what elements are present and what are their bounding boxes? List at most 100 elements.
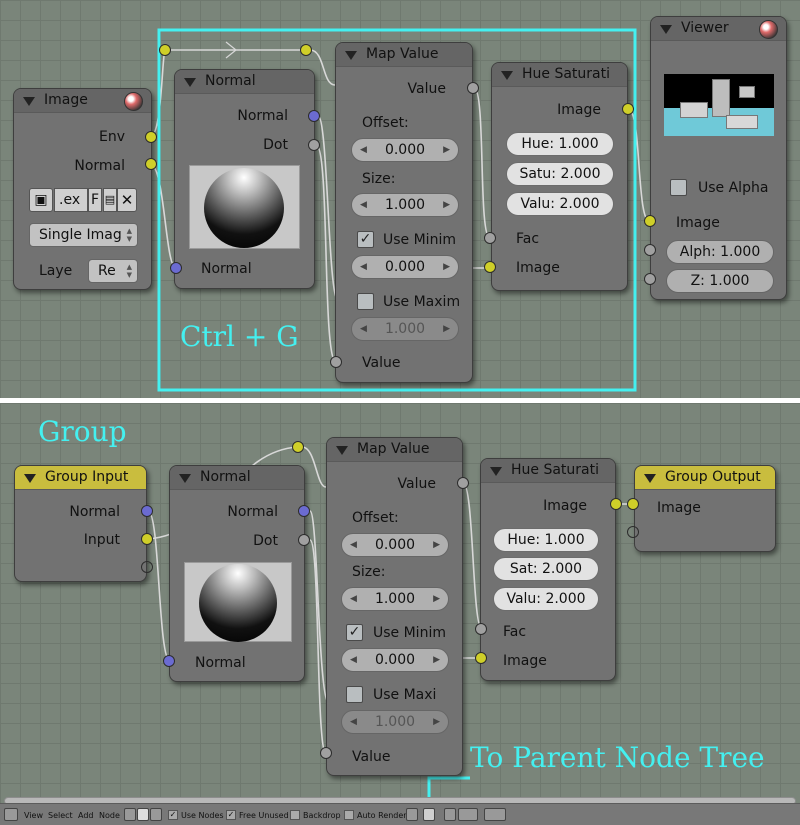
fake-user-button[interactable]: F [88,188,102,212]
menu-view[interactable]: View [24,811,43,820]
free-unused-checkbox[interactable]: ✓ [226,810,236,820]
increment-arrow-icon[interactable]: ▶ [433,711,440,733]
node-editor-group[interactable]: Group Group Input Normal Input Normal No… [0,403,800,825]
value-field[interactable]: Valu: 2.000 [493,587,599,611]
use-max-checkbox[interactable] [346,686,363,703]
use-min-checkbox[interactable]: ✓ [346,624,363,641]
use-max-checkbox[interactable] [357,293,374,310]
use-min-checkbox[interactable]: ✓ [357,231,374,248]
layer-select[interactable]: Re ▲ ▼ [88,259,138,283]
saturation-field[interactable]: Satu: 2.000 [506,162,614,186]
collapse-triangle-icon[interactable] [179,474,191,483]
normal-sphere[interactable] [199,564,277,642]
alpha-field[interactable]: Alph: 1.000 [666,240,774,264]
node-header[interactable]: Hue Saturati [492,63,627,87]
node-header[interactable]: Image [14,89,151,113]
hue-field[interactable]: Hue: 1.000 [493,528,599,552]
socket-value-in[interactable] [320,747,332,759]
socket-image-in[interactable] [627,498,639,510]
socket-fac-in[interactable] [475,623,487,635]
socket-fac-in[interactable] [484,232,496,244]
size-field[interactable]: ◀ 1.000 ▶ [341,587,449,611]
hue-saturation-node[interactable]: Hue Saturati Image Hue: 1.000 Sat: 2.000… [480,458,616,681]
socket-value-out[interactable] [467,82,479,94]
node-editor-before[interactable]: Image Env Normal ▣ .ex F ▤ ✕ Single Imag… [0,0,800,398]
normal-sphere[interactable] [204,168,284,248]
node-header[interactable]: Normal [170,466,304,490]
use-nodes-checkbox[interactable]: ✓ [168,810,178,820]
socket-normal-out[interactable] [141,505,153,517]
collapse-triangle-icon[interactable] [644,474,656,483]
socket-image-in[interactable] [475,652,487,664]
group-output-node[interactable]: Group Output Image [634,465,776,552]
node-header[interactable]: Normal [175,70,314,94]
collapse-triangle-icon[interactable] [490,467,502,476]
socket-normal-out[interactable] [308,110,320,122]
decrement-arrow-icon[interactable]: ◀ [350,649,357,671]
socket-empty-in[interactable] [627,526,639,538]
socket-normal-in[interactable] [163,655,175,667]
editor-type-icon[interactable] [4,808,18,821]
socket-dot-out[interactable] [298,534,310,546]
socket-z-in[interactable] [644,273,656,285]
max-field[interactable]: ◀ 1.000 ▶ [351,317,459,341]
decrement-arrow-icon[interactable]: ◀ [350,711,357,733]
snap-element-icon[interactable] [458,808,478,821]
size-field[interactable]: ◀ 1.000 ▶ [351,193,459,217]
socket-image-in[interactable] [644,215,656,227]
image-file-field[interactable]: .ex [54,188,88,212]
decrement-arrow-icon[interactable]: ◀ [360,256,367,278]
value-field[interactable]: Valu: 2.000 [506,192,614,216]
unlink-icon[interactable]: ✕ [117,188,137,212]
increment-arrow-icon[interactable]: ▶ [443,318,450,340]
socket-env-out[interactable] [145,131,157,143]
viewer-node[interactable]: Viewer Use Alpha Image Alph: 1.000 Z: 1.… [650,16,787,300]
z-field[interactable]: Z: 1.000 [666,269,774,293]
min-field[interactable]: ◀ 0.000 ▶ [341,648,449,672]
decrement-arrow-icon[interactable]: ◀ [350,588,357,610]
preview-toggle-icon[interactable] [759,20,778,39]
socket-normal-in[interactable] [170,262,182,274]
group-input-node[interactable]: Group Input Normal Input [14,465,147,582]
reroute-socket[interactable] [300,44,312,56]
collapse-triangle-icon[interactable] [345,51,357,60]
menu-select[interactable]: Select [48,811,73,820]
node-header[interactable]: Hue Saturati [481,459,615,483]
normal-direction-preview[interactable] [184,562,292,642]
collapse-triangle-icon[interactable] [501,71,513,80]
auto-render-checkbox[interactable] [344,810,354,820]
decrement-arrow-icon[interactable]: ◀ [360,139,367,161]
socket-empty-out[interactable] [141,561,153,573]
compositing-tree-icon[interactable] [137,808,149,821]
backdrop-checkbox[interactable] [290,810,300,820]
snap-icon[interactable] [406,808,418,821]
normal-node[interactable]: Normal Normal Dot Normal [174,69,315,289]
preview-toggle-icon[interactable] [124,92,143,111]
node-header[interactable]: Group Output [635,466,775,490]
node-header[interactable]: Group Input [15,466,146,490]
increment-arrow-icon[interactable]: ▶ [433,534,440,556]
socket-image-in[interactable] [484,261,496,273]
collapse-triangle-icon[interactable] [24,474,36,483]
hue-saturation-node[interactable]: Hue Saturati Image Hue: 1.000 Satu: 2.00… [491,62,628,291]
collapse-triangle-icon[interactable] [660,25,672,34]
socket-dot-out[interactable] [308,139,320,151]
decrement-arrow-icon[interactable]: ◀ [360,318,367,340]
socket-image-out[interactable] [622,103,634,115]
texture-tree-icon[interactable] [150,808,162,821]
socket-alpha-in[interactable] [644,244,656,256]
image-source-select[interactable]: Single Imag ▲ ▼ [29,223,138,247]
menu-node[interactable]: Node [99,811,120,820]
offset-field[interactable]: ◀ 0.000 ▶ [341,533,449,557]
reroute-socket[interactable] [292,441,304,453]
socket-value-in[interactable] [330,356,342,368]
max-field[interactable]: ◀ 1.000 ▶ [341,710,449,734]
decrement-arrow-icon[interactable]: ◀ [360,194,367,216]
increment-arrow-icon[interactable]: ▶ [443,194,450,216]
hue-field[interactable]: Hue: 1.000 [506,132,614,156]
socket-value-out[interactable] [457,477,469,489]
collapse-triangle-icon[interactable] [336,446,348,455]
node-header[interactable]: Map Value [336,43,472,67]
collapse-triangle-icon[interactable] [23,97,35,106]
image-node[interactable]: Image Env Normal ▣ .ex F ▤ ✕ Single Imag… [13,88,152,290]
